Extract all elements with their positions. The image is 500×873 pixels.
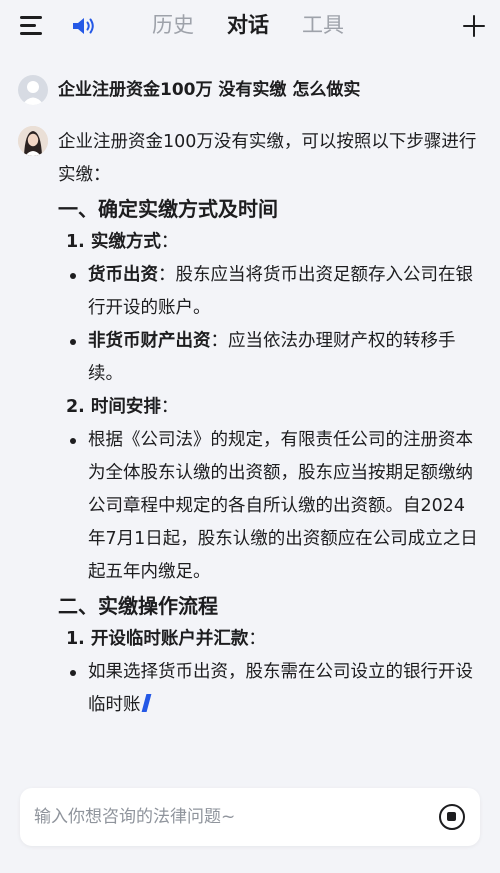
user-message: 企业注册资金100万 没有实缴 怎么做实: [18, 75, 488, 105]
input-bar: [20, 788, 480, 846]
item-colon: ：: [248, 629, 266, 649]
numbered-item: 1. 实缴方式：: [66, 226, 478, 259]
assistant-portrait-icon: [18, 126, 48, 156]
section-heading: 二、实缴操作流程: [58, 594, 218, 618]
item-number: 2.: [66, 397, 85, 417]
item-title: 实缴方式: [90, 232, 161, 252]
item-title: 开设临时账户并汇款: [90, 629, 249, 649]
tab-chat[interactable]: 对话: [227, 12, 269, 38]
assistant-avatar: [18, 126, 48, 156]
item-colon: ：: [160, 397, 179, 417]
top-bar: 历史 对话 工具: [0, 0, 500, 52]
bullet-bold: 货币出资: [88, 265, 158, 285]
bullet-item: 货币出资：股东应当将货币出资足额存入公司在银行开设的账户。: [70, 259, 478, 325]
typing-cursor: [141, 694, 151, 712]
tab-history[interactable]: 历史: [152, 12, 194, 38]
item-title: 时间安排: [90, 397, 161, 417]
numbered-item: 2. 时间安排：: [66, 391, 478, 424]
section-heading: 一、确定实缴方式及时间: [58, 197, 278, 221]
tab-tools[interactable]: 工具: [302, 12, 344, 38]
bullet-text: 根据《公司法》的规定，有限责任公司的注册资本为全体股东认缴的出资额，股东应当按期…: [88, 430, 478, 582]
bullet-item: 如果选择货币出资，股东需在公司设立的银行开设临时账: [70, 656, 478, 722]
bullet-item: 根据《公司法》的规定，有限责任公司的注册资本为全体股东认缴的出资额，股东应当按期…: [70, 424, 478, 589]
numbered-item: 1. 开设临时账户并汇款：: [66, 623, 478, 656]
assistant-answer: 企业注册资金100万没有实缴，可以按照以下步骤进行实缴： 一、确定实缴方式及时间…: [58, 126, 478, 722]
stop-icon[interactable]: [439, 804, 465, 830]
item-number: 1.: [66, 232, 85, 252]
user-message-text: 企业注册资金100万 没有实缴 怎么做实: [58, 80, 361, 100]
plus-icon[interactable]: [463, 15, 485, 37]
item-number: 1.: [66, 629, 85, 649]
bullet-bold: 非货币财产出资: [88, 331, 211, 351]
answer-intro: 企业注册资金100万没有实缴，可以按照以下步骤进行实缴：: [58, 132, 477, 185]
user-silhouette-icon: [22, 81, 44, 105]
item-colon: ：: [160, 232, 179, 252]
user-avatar: [18, 75, 48, 105]
question-input[interactable]: [34, 803, 414, 831]
tab-bar: 历史 对话 工具: [0, 0, 500, 52]
bullet-item: 非货币财产出资：应当依法办理财产权的转移手续。: [70, 325, 478, 391]
